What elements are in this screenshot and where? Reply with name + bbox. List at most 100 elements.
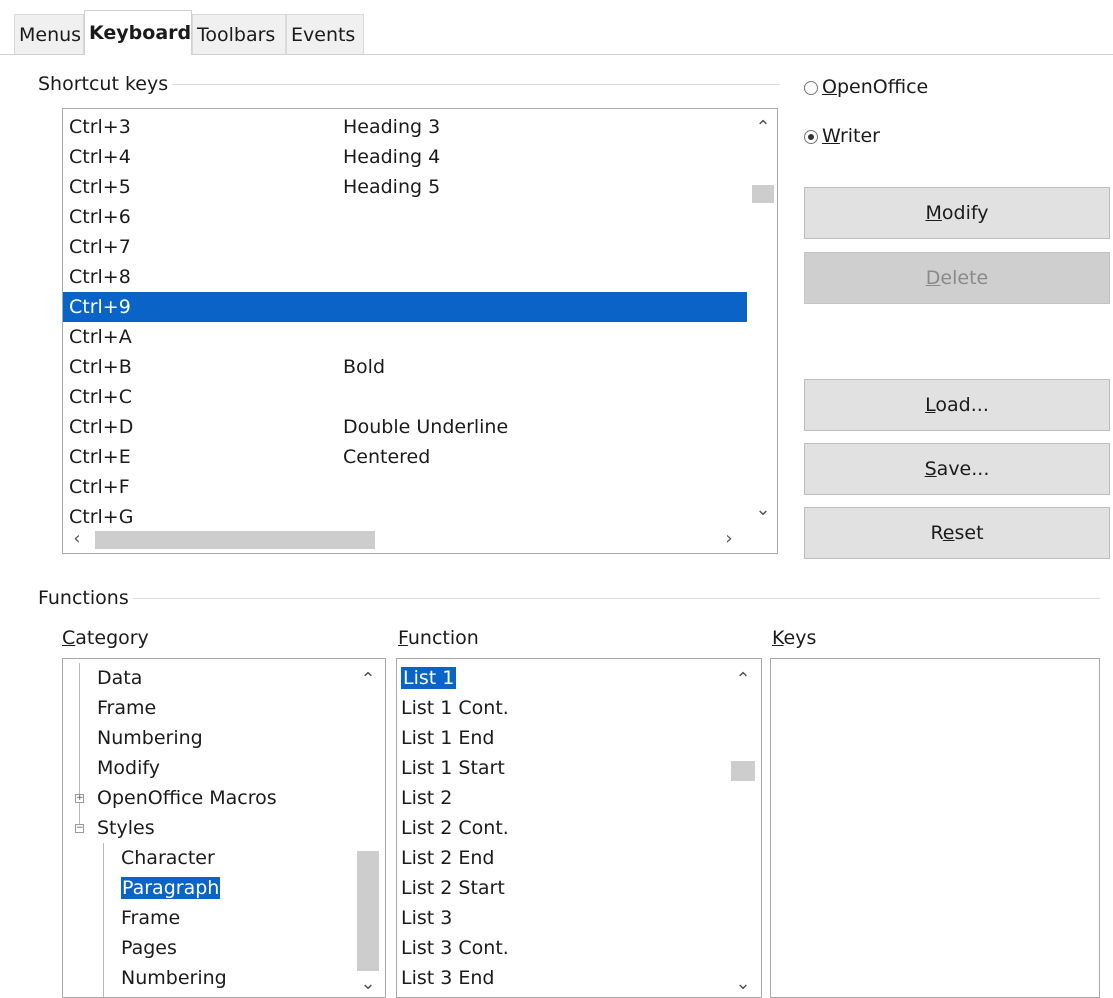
category-scroll-down-arrow-icon[interactable]: ⌄ [358,975,378,993]
shortcut-row[interactable]: Ctrl+3 Heading 3 [63,112,747,142]
function-item[interactable]: List 1 Cont. [401,693,509,723]
shortcut-command: Centered [343,446,431,468]
shortcut-row[interactable]: Ctrl+4 Heading 4 [63,142,747,172]
scroll-right-arrow-icon[interactable]: › [719,530,739,548]
modify-button[interactable]: Modify [804,187,1110,239]
function-scroll-down-arrow-icon[interactable]: ⌄ [733,975,753,993]
function-vertical-scrollbar[interactable]: ⌃ ⌄ [727,659,759,997]
function-item-label: List 1 [401,667,457,689]
function-item[interactable]: List 1 End [401,723,495,753]
shortcut-keys-list[interactable]: Ctrl+3 Heading 3 Ctrl+4 Heading 4 Ctrl+5 Head… [62,108,778,554]
radio-writer-label: Writer [822,125,880,147]
category-rows: Data Frame Numbering Modify OpenOffice Macro… [63,663,353,997]
function-list[interactable]: List 1 List 1 Cont. List 1 End List 1 Start… [396,658,762,998]
function-item[interactable]: List 2 Start [401,873,505,903]
functions-label: Functions [38,586,133,610]
shortcut-row[interactable]: Ctrl+D Double Underline [63,412,747,442]
category-item[interactable]: Paragraph [121,873,221,903]
load-button[interactable]: Load... [804,379,1110,431]
keys-label: Keys [772,627,817,649]
category-item-label: Numbering [121,967,227,989]
radio-writer[interactable]: Writer [804,124,880,148]
category-item[interactable]: Character [121,843,215,873]
tab-keyboard[interactable]: Keyboard [84,10,192,55]
shortcut-row[interactable]: Ctrl+G [63,502,747,524]
shortcut-row[interactable]: Ctrl+8 [63,262,747,292]
category-item[interactable]: Frame [97,693,156,723]
shortcut-keys-rows: Ctrl+3 Heading 3 Ctrl+4 Heading 4 Ctrl+5 Head… [63,112,747,524]
category-item-label: Data [97,667,143,689]
shortcut-row[interactable]: Ctrl+5 Heading 5 [63,172,747,202]
tab-events[interactable]: Events [286,14,364,54]
shortcut-hscroll-thumb[interactable] [95,531,375,549]
shortcut-key: Ctrl+G [69,506,134,524]
shortcut-key: Ctrl+B [69,356,132,378]
scroll-down-arrow-icon[interactable]: ⌄ [753,501,773,519]
function-vscroll-thumb[interactable] [731,761,755,781]
function-item[interactable]: List 3 End [401,963,495,993]
category-scroll-up-arrow-icon[interactable]: ⌃ [358,671,378,689]
category-item-label: Character [121,847,215,869]
tab-menus[interactable]: Menus [14,14,84,54]
tab-toolbars[interactable]: Toolbars [192,14,286,54]
category-label: Category [62,627,149,649]
category-item[interactable]: Styles [97,813,155,843]
function-item-label: List 2 Start [401,877,505,899]
collapse-icon[interactable]: − [75,824,84,833]
category-tree[interactable]: Data Frame Numbering Modify OpenOffice Macro… [62,658,386,998]
function-item[interactable]: List 1 Start [401,753,505,783]
category-item-label: Frame [121,907,181,929]
category-vscroll-thumb[interactable] [357,851,379,971]
shortcut-command: Heading 4 [343,146,441,168]
delete-button[interactable]: Delete [804,252,1110,304]
function-item-label: List 1 End [401,727,495,749]
category-item[interactable]: Frame [121,903,180,933]
radio-writer-dot[interactable] [804,129,818,144]
function-scroll-up-arrow-icon[interactable]: ⌃ [733,671,753,689]
function-item-label: List 3 [401,907,453,929]
shortcut-vertical-scrollbar[interactable]: ⌃ ⌄ [749,109,777,527]
shortcut-row[interactable]: Ctrl+C [63,382,747,412]
category-item-label: Styles [97,817,155,839]
function-item[interactable]: List 1 [401,663,457,693]
function-item[interactable]: List 3 [401,903,452,933]
function-item-label: List 1 Start [401,757,505,779]
category-item-label: Frame [97,697,157,719]
function-item[interactable]: List 3 Cont. [401,933,509,963]
shortcut-command: Heading 5 [343,176,441,198]
function-item[interactable]: List 2 End [401,843,495,873]
shortcut-row[interactable]: Ctrl+9 [63,292,747,322]
category-item[interactable]: Numbering [97,723,203,753]
shortcut-key: Ctrl+4 [69,146,131,168]
shortcut-row[interactable]: Ctrl+A [63,322,747,352]
shortcut-row[interactable]: Ctrl+6 [63,202,747,232]
shortcut-row[interactable]: Ctrl+F [63,472,747,502]
radio-openoffice-dot[interactable] [804,80,818,95]
expand-icon[interactable]: + [75,794,84,803]
shortcut-vscroll-thumb[interactable] [752,185,774,203]
function-item[interactable]: List 2 Cont. [401,813,509,843]
shortcut-command: Heading 3 [343,116,441,138]
shortcut-row[interactable]: Ctrl+B Bold [63,352,747,382]
shortcut-row[interactable]: Ctrl+7 [63,232,747,262]
category-item-label: Pages [121,937,177,959]
function-item[interactable]: List 2 [401,783,452,813]
shortcut-horizontal-scrollbar[interactable]: ‹ › [63,527,749,553]
shortcut-keys-label: Shortcut keys [38,72,173,96]
category-item[interactable]: Numbering [121,963,227,993]
shortcut-key: Ctrl+E [69,446,131,468]
category-item[interactable]: Pages [121,933,177,963]
save-button[interactable]: Save... [804,443,1110,495]
category-item[interactable]: Modify [97,753,160,783]
category-vertical-scrollbar[interactable]: ⌃ ⌄ [353,659,383,997]
scroll-left-arrow-icon[interactable]: ‹ [67,530,87,548]
function-item-label: List 2 [401,787,453,809]
category-item-label: Paragraph [121,877,221,899]
reset-button[interactable]: Reset [804,507,1110,559]
keys-list[interactable] [770,658,1100,998]
shortcut-row[interactable]: Ctrl+E Centered [63,442,747,472]
category-item[interactable]: Data [97,663,142,693]
category-item[interactable]: OpenOffice Macros [97,783,277,813]
radio-openoffice[interactable]: OpenOffice [804,75,928,99]
scroll-up-arrow-icon[interactable]: ⌃ [753,119,773,137]
